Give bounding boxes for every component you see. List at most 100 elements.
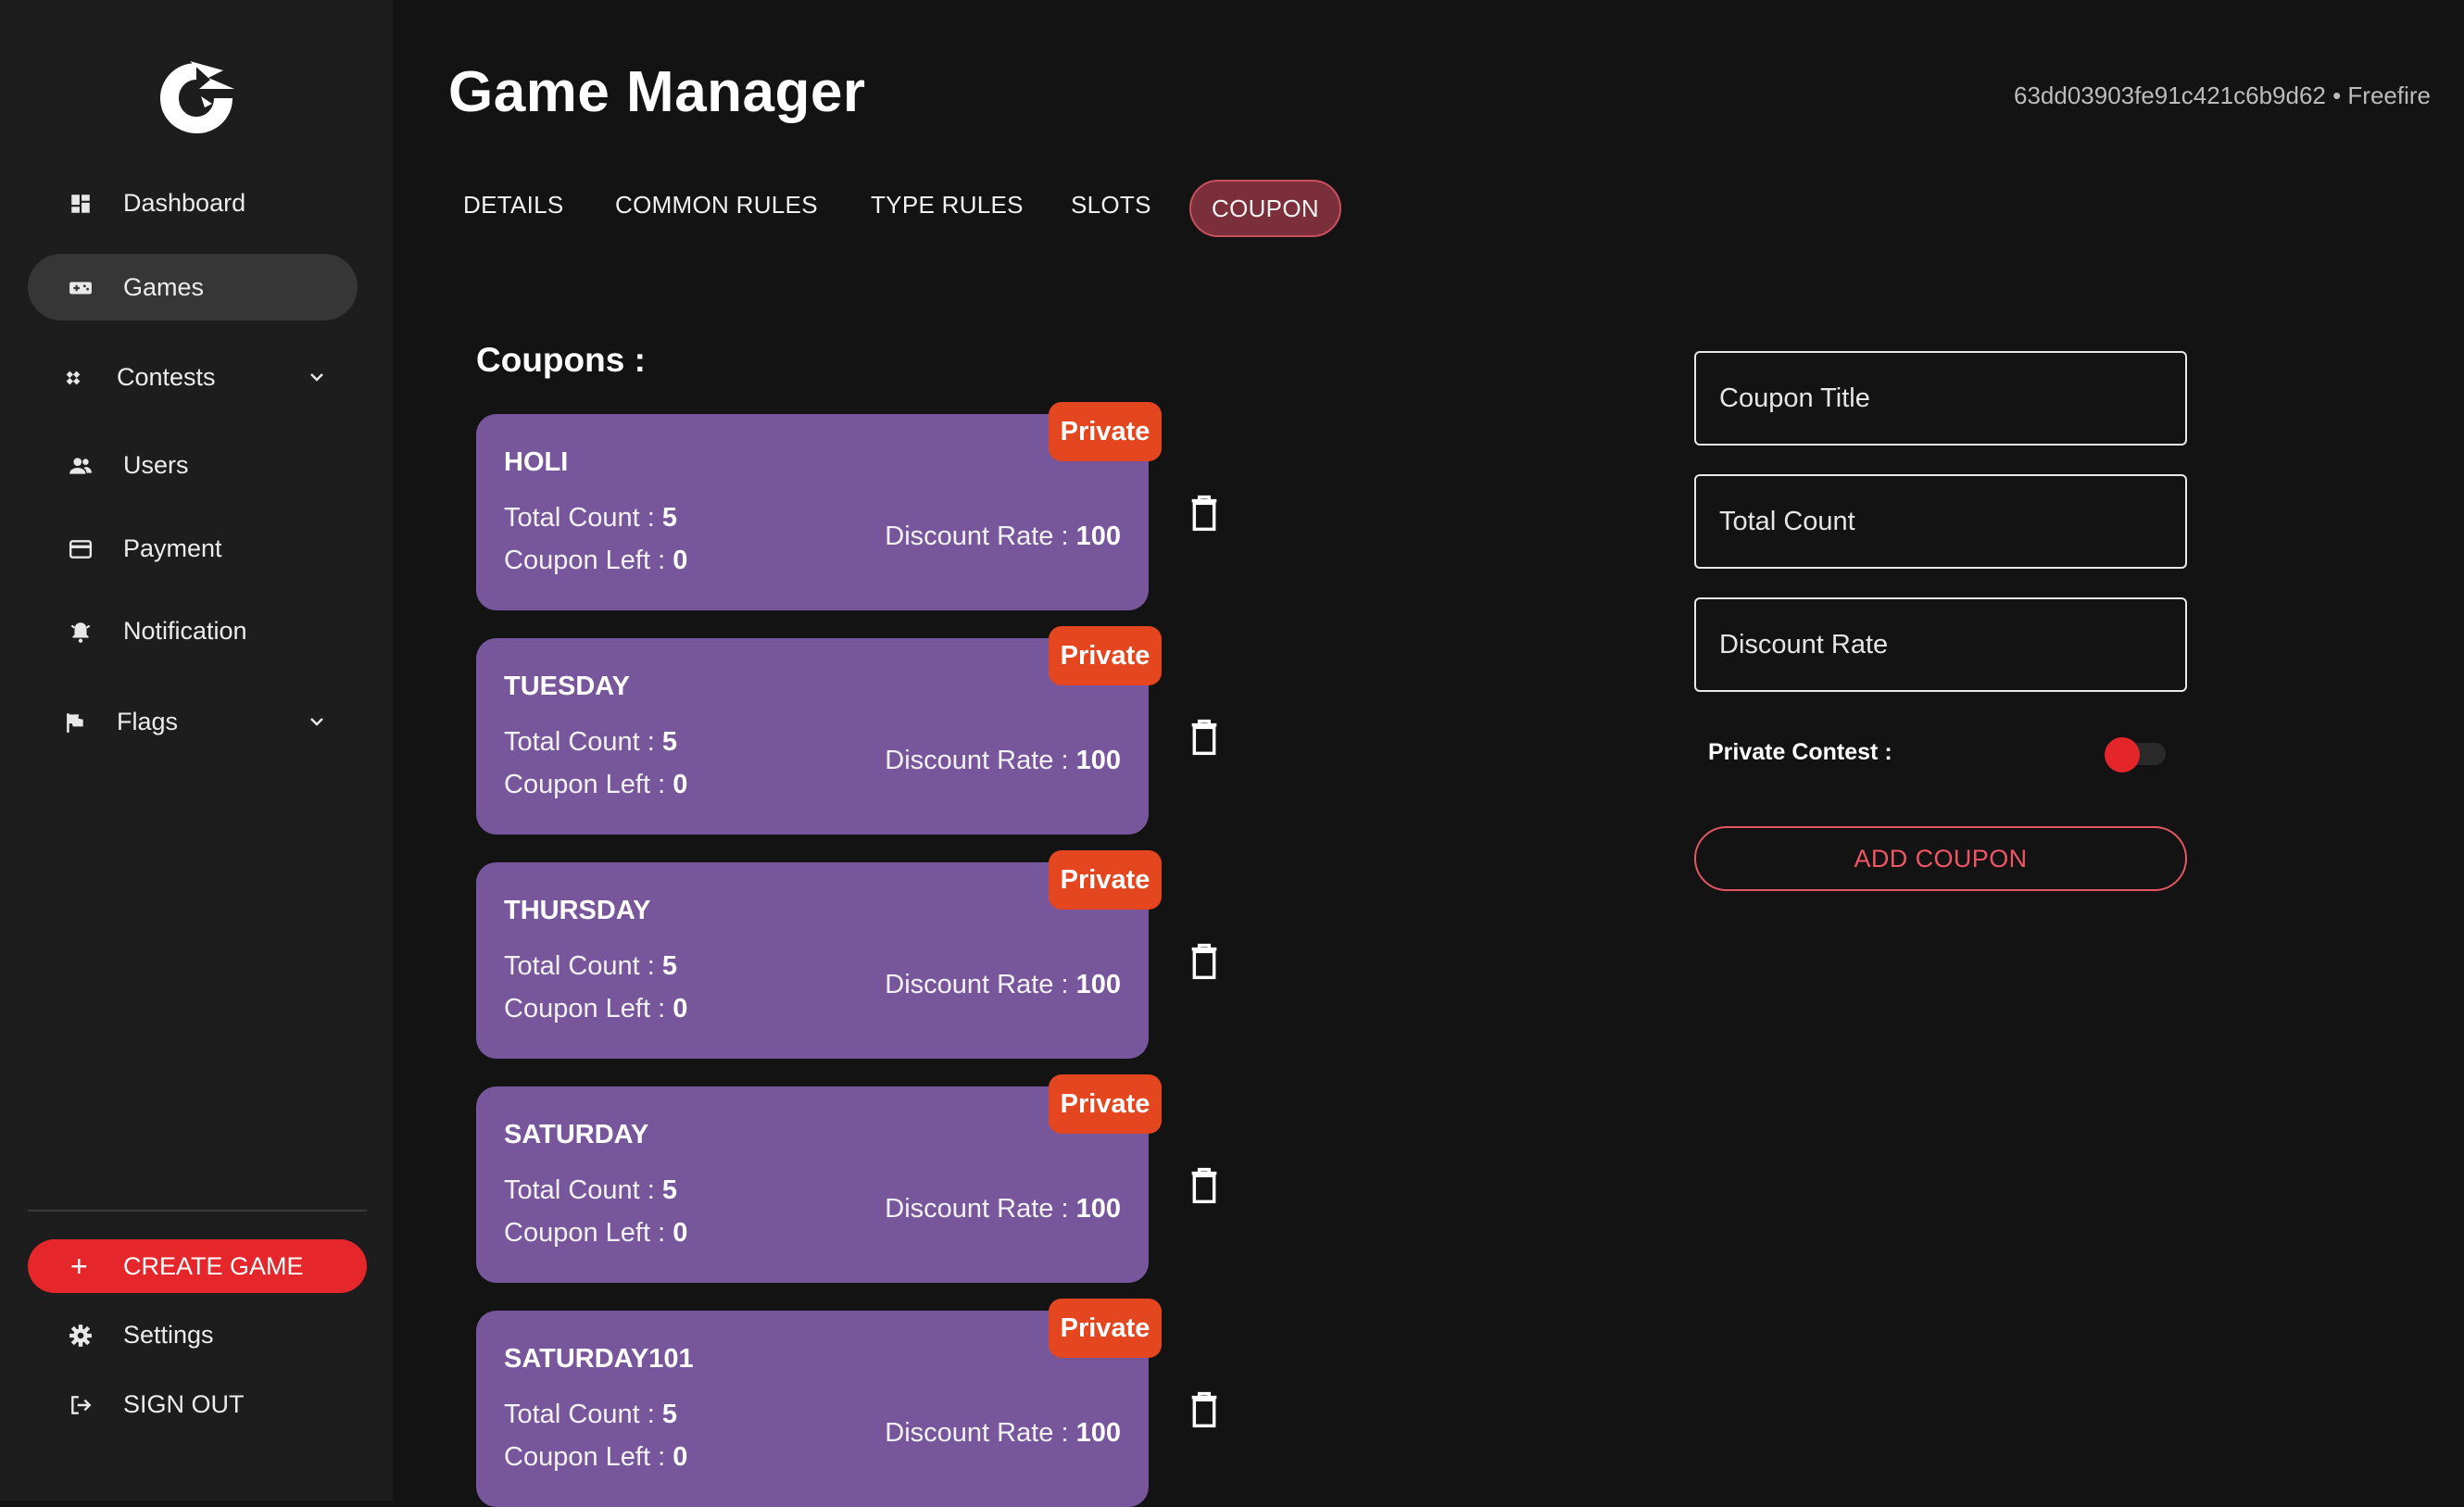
coupon-total-count: Total Count : 5 — [504, 951, 677, 982]
flag-icon — [67, 713, 83, 733]
coupon-name: TUESDAY — [504, 672, 630, 701]
total-count-value: 5 — [661, 951, 678, 981]
sidebar-item-flags[interactable]: Flags — [28, 688, 358, 755]
settings-button[interactable]: Settings — [28, 1301, 358, 1368]
sign-out-icon — [71, 1396, 92, 1414]
delete-icon[interactable] — [1189, 1167, 1219, 1204]
tab-details[interactable]: DETAILS — [463, 191, 564, 220]
sidebar-divider — [28, 1210, 367, 1212]
sidebar-item-notification[interactable]: Notification — [28, 597, 358, 664]
coupons-title: Coupons : — [476, 341, 646, 379]
private-contest-label: Private Contest : — [1708, 739, 1892, 765]
coupon-left: Coupon Left : 0 — [504, 546, 687, 576]
sidebar-item-label: Users — [123, 450, 189, 479]
coupon-name: SATURDAY — [504, 1120, 649, 1149]
coupon-name: HOLI — [504, 447, 569, 477]
discount-rate-value: 100 — [1075, 1194, 1121, 1224]
delete-icon[interactable] — [1189, 719, 1219, 756]
discount-rate-value: 100 — [1075, 746, 1121, 775]
coupon-left-label: Coupon Left : — [504, 770, 666, 799]
discount-rate-value: 100 — [1075, 1418, 1121, 1448]
coupon-discount-rate: Discount Rate : 100 — [885, 1194, 1121, 1224]
discount-rate-label: Discount Rate : — [885, 746, 1069, 775]
app-logo-icon[interactable] — [153, 57, 240, 137]
coupon-name: THURSDAY — [504, 896, 651, 925]
chevron-down-icon[interactable] — [306, 710, 328, 733]
gear-icon — [69, 1325, 92, 1347]
sidebar-item-label: Contests — [117, 362, 216, 391]
total-count-value: 5 — [661, 1400, 678, 1429]
sidebar-item-label: Flags — [117, 707, 179, 735]
page-title: Game Manager — [448, 60, 866, 124]
sidebar-item-label: Dashboard — [123, 188, 246, 217]
tab-type-rules[interactable]: TYPE RULES — [871, 191, 1024, 220]
private-badge: Private — [1049, 850, 1162, 910]
total-count-label: Total Count : — [504, 1400, 655, 1429]
coupon-total-count: Total Count : 5 — [504, 1175, 677, 1206]
sidebar-item-dashboard[interactable]: Dashboard — [28, 170, 358, 236]
coupon-left-value: 0 — [673, 994, 688, 1024]
coupon-left-value: 0 — [673, 770, 688, 799]
discount-rate-label: Discount Rate : — [885, 521, 1069, 551]
sidebar-item-payment[interactable]: Payment — [28, 515, 358, 582]
add-coupon-button[interactable]: ADD COUPON — [1694, 826, 2187, 891]
chevron-down-icon[interactable] — [306, 366, 328, 388]
total-count-value: 5 — [661, 503, 678, 533]
sign-out-button[interactable]: SIGN OUT — [28, 1371, 358, 1438]
tab-common-rules[interactable]: COMMON RULES — [615, 191, 818, 220]
dashboard-icon — [71, 195, 90, 213]
discount-rate-label: Discount Rate : — [885, 1194, 1069, 1224]
sidebar-item-label: Payment — [123, 534, 222, 562]
discount-rate-value: 100 — [1075, 521, 1121, 551]
discount-rate-value: 100 — [1075, 970, 1121, 999]
coupon-discount-rate: Discount Rate : 100 — [885, 521, 1121, 552]
coupon-left-label: Coupon Left : — [504, 1218, 666, 1248]
sidebar-item-label: Games — [123, 272, 205, 301]
contests-icon — [66, 370, 81, 385]
private-badge: Private — [1049, 1299, 1162, 1358]
create-game-button[interactable]: + CREATE GAME — [28, 1239, 367, 1293]
coupon-total-count: Total Count : 5 — [504, 503, 677, 534]
plus-icon: + — [70, 1250, 88, 1283]
total-count-value: 5 — [661, 1175, 678, 1205]
coupon-left: Coupon Left : 0 — [504, 994, 687, 1024]
coupon-discount-rate: Discount Rate : 100 — [885, 970, 1121, 1000]
discount-rate-input[interactable] — [1694, 597, 2187, 692]
gamepad-icon — [69, 282, 92, 295]
coupon-discount-rate: Discount Rate : 100 — [885, 1418, 1121, 1449]
game-id-text: 63dd03903fe91c421c6b9d62 • Freefire — [2013, 82, 2431, 109]
sidebar-item-label: Notification — [123, 616, 247, 645]
settings-label: Settings — [123, 1320, 214, 1349]
credit-card-icon — [69, 540, 93, 559]
private-badge: Private — [1049, 1074, 1162, 1134]
private-badge: Private — [1049, 402, 1162, 461]
coupon-title-input[interactable] — [1694, 351, 2187, 446]
coupon-name: SATURDAY101 — [504, 1344, 694, 1374]
delete-icon[interactable] — [1189, 495, 1219, 532]
private-badge: Private — [1049, 626, 1162, 685]
sidebar-item-users[interactable]: Users — [28, 432, 358, 498]
coupon-left: Coupon Left : 0 — [504, 1442, 687, 1473]
toggle-knob — [2105, 737, 2140, 772]
delete-icon[interactable] — [1189, 1391, 1219, 1428]
discount-rate-label: Discount Rate : — [885, 970, 1069, 999]
delete-icon[interactable] — [1189, 943, 1219, 980]
private-contest-toggle[interactable] — [2105, 737, 2166, 772]
total-count-value: 5 — [661, 727, 678, 757]
tab-slots[interactable]: SLOTS — [1071, 191, 1151, 220]
discount-rate-label: Discount Rate : — [885, 1418, 1069, 1448]
coupon-left-label: Coupon Left : — [504, 1442, 666, 1472]
coupon-left-value: 0 — [673, 1218, 688, 1248]
total-count-label: Total Count : — [504, 1175, 655, 1205]
sidebar-item-games[interactable]: Games — [28, 254, 358, 320]
total-count-input[interactable] — [1694, 474, 2187, 569]
coupon-left-label: Coupon Left : — [504, 546, 666, 575]
coupon-left-value: 0 — [673, 546, 688, 575]
sign-out-label: SIGN OUT — [123, 1389, 245, 1418]
tab-coupon[interactable]: COUPON — [1189, 180, 1341, 237]
coupon-left-label: Coupon Left : — [504, 994, 666, 1024]
create-game-label: CREATE GAME — [123, 1251, 304, 1280]
sidebar-item-contests[interactable]: Contests — [28, 344, 358, 410]
users-icon — [69, 458, 92, 474]
sidebar: Dashboard Games Contests Users Payment N… — [0, 0, 393, 1501]
